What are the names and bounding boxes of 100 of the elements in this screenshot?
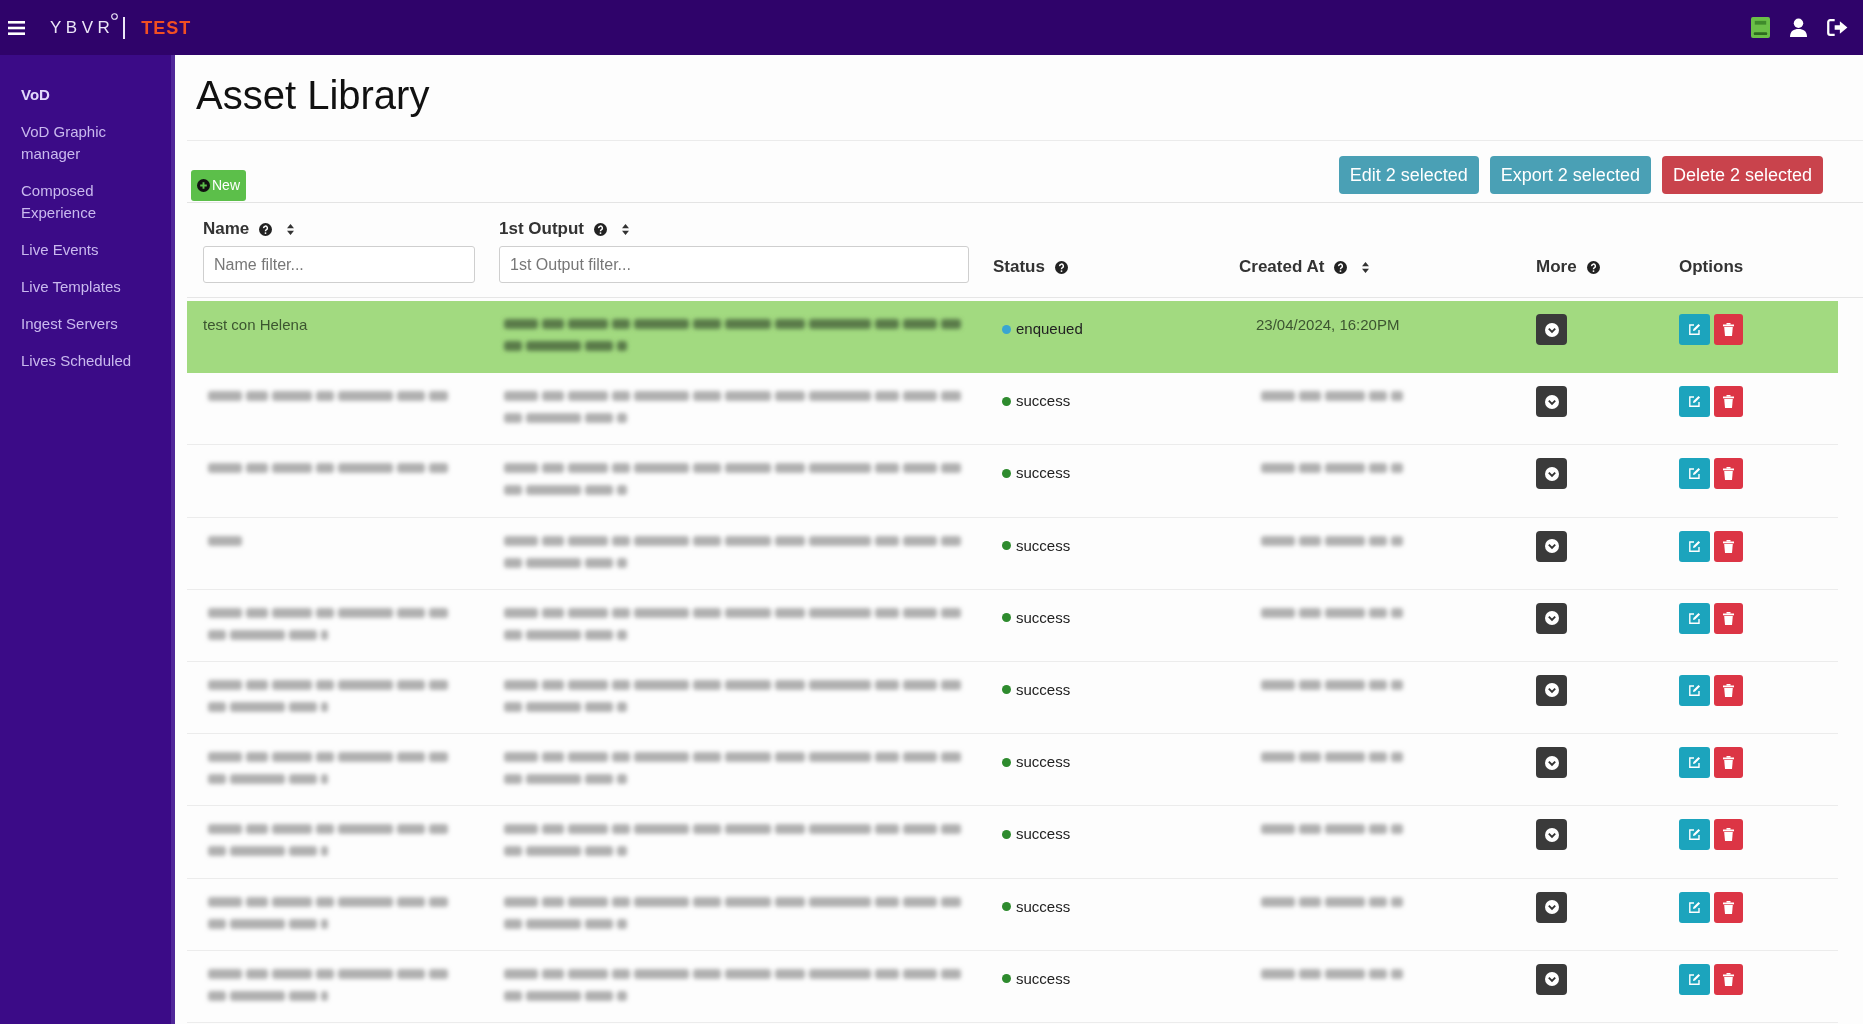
delete-button[interactable] (1714, 458, 1743, 490)
delete-button[interactable] (1714, 530, 1743, 562)
sort-icon[interactable] (622, 223, 629, 235)
help-icon[interactable] (594, 222, 607, 236)
delete-button[interactable] (1714, 963, 1743, 995)
chevron-circle-icon (1544, 972, 1559, 987)
more-button[interactable] (1536, 530, 1567, 562)
status-label: success (1016, 607, 1071, 628)
status-label: success (1016, 968, 1071, 989)
edit-icon (1688, 395, 1701, 409)
edit-icon (1688, 323, 1701, 336)
help-icon[interactable] (1334, 260, 1348, 274)
menu-icon[interactable] (8, 20, 25, 35)
edit-button[interactable] (1679, 674, 1710, 706)
trash-icon (1723, 395, 1734, 409)
edit-button[interactable] (1679, 602, 1710, 634)
edit-button[interactable] (1679, 891, 1710, 923)
chevron-circle-icon (1544, 755, 1559, 770)
chevron-circle-icon (1544, 322, 1559, 337)
help-icon[interactable] (1054, 260, 1068, 274)
chevron-circle-icon (1544, 683, 1559, 698)
table-cell-text: 23/04/2024, 16:20PM (1256, 315, 1400, 335)
sidebar-item[interactable]: Composed Experience (21, 180, 141, 224)
more-button[interactable] (1536, 458, 1567, 490)
delete-button[interactable] (1714, 386, 1743, 418)
logo-text: YBVR (50, 19, 115, 36)
delete-button[interactable] (1714, 674, 1743, 706)
chevron-circle-icon (1544, 827, 1559, 842)
edit-icon (1688, 756, 1701, 770)
chevron-circle-icon (1544, 611, 1559, 626)
user-icon[interactable] (1790, 18, 1807, 37)
delete-button[interactable] (1714, 819, 1743, 851)
edit-icon (1688, 972, 1701, 986)
status-label: success (1016, 824, 1071, 845)
logout-icon[interactable] (1827, 19, 1848, 36)
more-button[interactable] (1536, 674, 1567, 706)
edit-icon (1688, 467, 1701, 481)
delete-button[interactable] (1714, 891, 1743, 923)
trash-icon (1723, 828, 1734, 842)
edit-icon (1688, 683, 1701, 697)
status-label: success (1016, 535, 1071, 556)
trash-icon (1723, 467, 1734, 481)
status-label: success (1016, 752, 1071, 773)
edit-icon (1688, 828, 1701, 842)
chevron-circle-icon (1544, 394, 1559, 409)
trash-icon (1723, 756, 1734, 770)
delete-selected-button[interactable]: Delete 2 selected (1661, 156, 1823, 194)
help-icon[interactable] (259, 222, 273, 236)
ring-icon (111, 13, 119, 20)
column-header: Options (1679, 256, 1744, 279)
filter-input[interactable]: Name filter... (203, 246, 475, 283)
more-button[interactable] (1536, 602, 1567, 634)
edit-icon (1688, 539, 1701, 553)
edit-button[interactable] (1679, 530, 1710, 562)
delete-button[interactable] (1714, 747, 1743, 779)
sidebar-item[interactable]: VoD (21, 84, 50, 106)
help-icon[interactable] (1586, 260, 1600, 274)
trash-icon (1723, 323, 1734, 336)
status-label: success (1016, 896, 1071, 917)
environment-label: TEST (141, 18, 192, 37)
sidebar-item[interactable]: Ingest Servers (21, 313, 118, 335)
trash-icon (1723, 900, 1734, 914)
more-button[interactable] (1536, 963, 1567, 995)
sort-icon[interactable] (1362, 261, 1370, 273)
delete-button[interactable] (1714, 314, 1743, 345)
more-button[interactable] (1536, 891, 1567, 923)
more-button[interactable] (1536, 386, 1567, 418)
more-button[interactable] (1536, 819, 1567, 851)
column-header: Created At (1239, 256, 1325, 279)
sidebar-item[interactable]: VoD Graphic manager (21, 121, 141, 165)
trash-icon (1723, 611, 1734, 625)
edit-button[interactable] (1679, 458, 1710, 490)
trash-icon (1723, 972, 1734, 986)
edit-button[interactable] (1679, 747, 1710, 779)
book-icon[interactable] (1751, 17, 1770, 38)
edit-button[interactable] (1679, 314, 1710, 345)
table-cell-text: test con Helena (203, 315, 308, 335)
table-row[interactable]: test con Helena enqueued 23/04/2024, 16:20PM (187, 301, 1838, 374)
sidebar-item[interactable]: Lives Scheduled (21, 350, 132, 372)
status-label: success (1016, 679, 1071, 700)
more-button[interactable] (1536, 314, 1567, 345)
sidebar-item[interactable]: Live Templates (21, 276, 121, 298)
filter-input[interactable]: 1st Output filter... (499, 246, 969, 283)
column-header: Status (993, 256, 1045, 279)
delete-button[interactable] (1714, 602, 1743, 634)
page-title: Asset Library (196, 72, 430, 119)
status-label: success (1016, 391, 1071, 412)
status-label: success (1016, 463, 1071, 484)
trash-icon (1723, 683, 1734, 697)
edit-button[interactable] (1679, 819, 1710, 851)
edit-button[interactable] (1679, 386, 1710, 418)
column-header: Name (203, 218, 250, 241)
chevron-circle-icon (1544, 539, 1559, 554)
column-header: 1st Output (499, 218, 584, 241)
sort-icon[interactable] (287, 223, 295, 235)
edit-button[interactable] (1679, 963, 1710, 995)
column-header: More (1536, 256, 1577, 279)
more-button[interactable] (1536, 747, 1567, 779)
sidebar-item[interactable]: Live Events (21, 239, 99, 261)
chevron-circle-icon (1544, 900, 1559, 914)
